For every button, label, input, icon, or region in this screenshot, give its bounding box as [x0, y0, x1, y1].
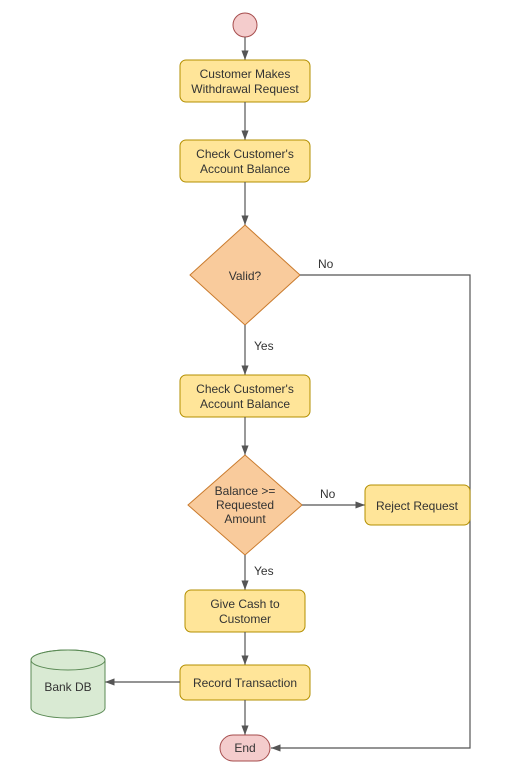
- rej-label: Reject Request: [376, 499, 459, 513]
- n2-line2: Account Balance: [200, 162, 290, 176]
- db-label: Bank DB: [44, 680, 91, 694]
- flowchart-canvas: Customer Makes Withdrawal Request Check …: [0, 0, 517, 784]
- database-bank-db: Bank DB: [31, 650, 105, 718]
- d1-no-label: No: [318, 257, 334, 271]
- n2-line1: Check Customer's: [196, 147, 294, 161]
- d2-no-label: No: [320, 487, 336, 501]
- d1-label: Valid?: [229, 269, 262, 283]
- n1-line1: Customer Makes: [200, 67, 291, 81]
- start-node: [233, 13, 257, 37]
- d1-yes-label: Yes: [254, 339, 274, 353]
- d2-yes-label: Yes: [254, 564, 274, 578]
- n3-line2: Account Balance: [200, 397, 290, 411]
- end-label: End: [234, 741, 255, 755]
- n4-line1: Give Cash to: [210, 597, 280, 611]
- n3-line1: Check Customer's: [196, 382, 294, 396]
- n4-line2: Customer: [219, 612, 271, 626]
- d2-line1: Balance >=: [215, 484, 276, 498]
- d2-line2: Requested: [216, 498, 274, 512]
- d2-line3: Amount: [224, 512, 266, 526]
- n1-line2: Withdrawal Request: [191, 82, 299, 96]
- n5-label: Record Transaction: [193, 676, 297, 690]
